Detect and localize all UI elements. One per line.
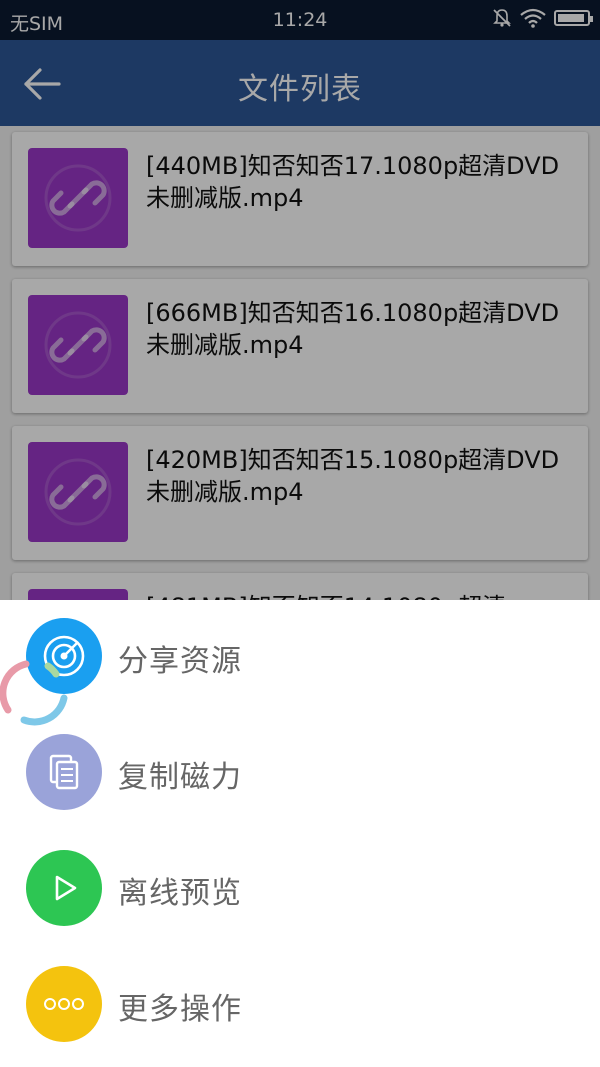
more-actions-label: 更多操作 bbox=[118, 992, 242, 1027]
action-sheet: 分享资源 复制磁力 离线预览 更多操作 bbox=[0, 600, 600, 1067]
share-resource-label: 分享资源 bbox=[118, 644, 242, 679]
share-resource-action[interactable]: 分享资源 bbox=[0, 600, 600, 710]
more-icon bbox=[26, 966, 102, 1042]
modal-overlay[interactable] bbox=[0, 0, 600, 600]
more-actions-action[interactable]: 更多操作 bbox=[0, 948, 600, 1058]
offline-preview-label: 离线预览 bbox=[118, 876, 242, 911]
copy-icon bbox=[26, 734, 102, 810]
loading-spinner-icon bbox=[0, 660, 68, 726]
copy-magnet-action[interactable]: 复制磁力 bbox=[0, 716, 600, 826]
play-icon bbox=[26, 850, 102, 926]
copy-magnet-label: 复制磁力 bbox=[118, 760, 242, 795]
offline-preview-action[interactable]: 离线预览 bbox=[0, 832, 600, 942]
